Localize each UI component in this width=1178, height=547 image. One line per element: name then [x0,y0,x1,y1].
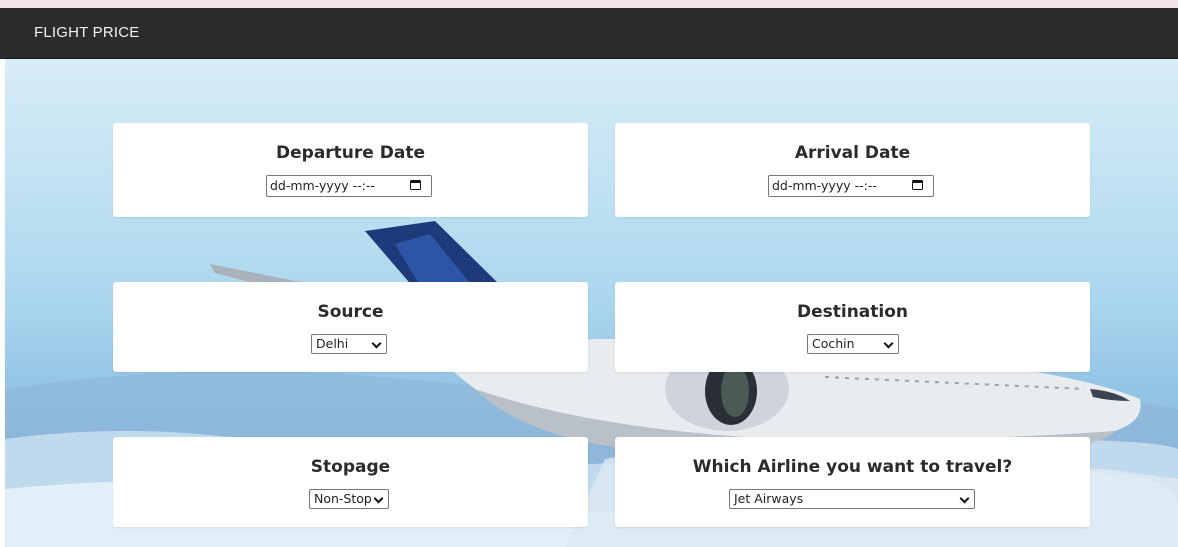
stopage-card: Stopage Non-Stop [113,437,588,527]
destination-label: Destination [796,302,909,322]
departure-date-input[interactable]: dd-mm-yyyy --:-- [266,175,432,197]
departure-date-label: Departure Date [276,143,425,163]
source-card: Source Delhi [113,282,588,372]
brand-title[interactable]: FLIGHT PRICE [34,24,139,41]
navbar: FLIGHT PRICE [0,8,1178,59]
airline-selected-value: Jet Airways [734,491,804,506]
stopage-label: Stopage [310,457,391,477]
chevron-down-icon [959,493,970,504]
top-accent-line [0,0,1178,8]
destination-selected-value: Cochin [812,336,855,351]
stopage-selected-value: Non-Stop [314,491,372,506]
chevron-down-icon [373,493,384,504]
calendar-icon[interactable] [410,180,421,190]
chevron-down-icon [371,338,382,349]
departure-date-value: dd-mm-yyyy --:-- [270,178,375,193]
page: FLIGHT PRICE Departure Date dd-mm-yyyy -… [0,0,1178,547]
airline-select[interactable]: Jet Airways [729,489,975,509]
stopage-select[interactable]: Non-Stop [309,489,389,509]
calendar-icon[interactable] [912,180,923,190]
chevron-down-icon [883,338,894,349]
airline-card: Which Airline you want to travel? Jet Ai… [615,437,1090,527]
airline-label: Which Airline you want to travel? [692,457,1013,477]
destination-card: Destination Cochin [615,282,1090,372]
destination-select[interactable]: Cochin [807,334,899,354]
source-selected-value: Delhi [316,336,349,351]
arrival-date-input[interactable]: dd-mm-yyyy --:-- [768,175,934,197]
arrival-date-label: Arrival Date [794,143,911,163]
arrival-date-card: Arrival Date dd-mm-yyyy --:-- [615,123,1090,217]
departure-date-card: Departure Date dd-mm-yyyy --:-- [113,123,588,217]
source-label: Source [317,302,384,322]
source-select[interactable]: Delhi [311,334,387,354]
arrival-date-value: dd-mm-yyyy --:-- [772,178,877,193]
